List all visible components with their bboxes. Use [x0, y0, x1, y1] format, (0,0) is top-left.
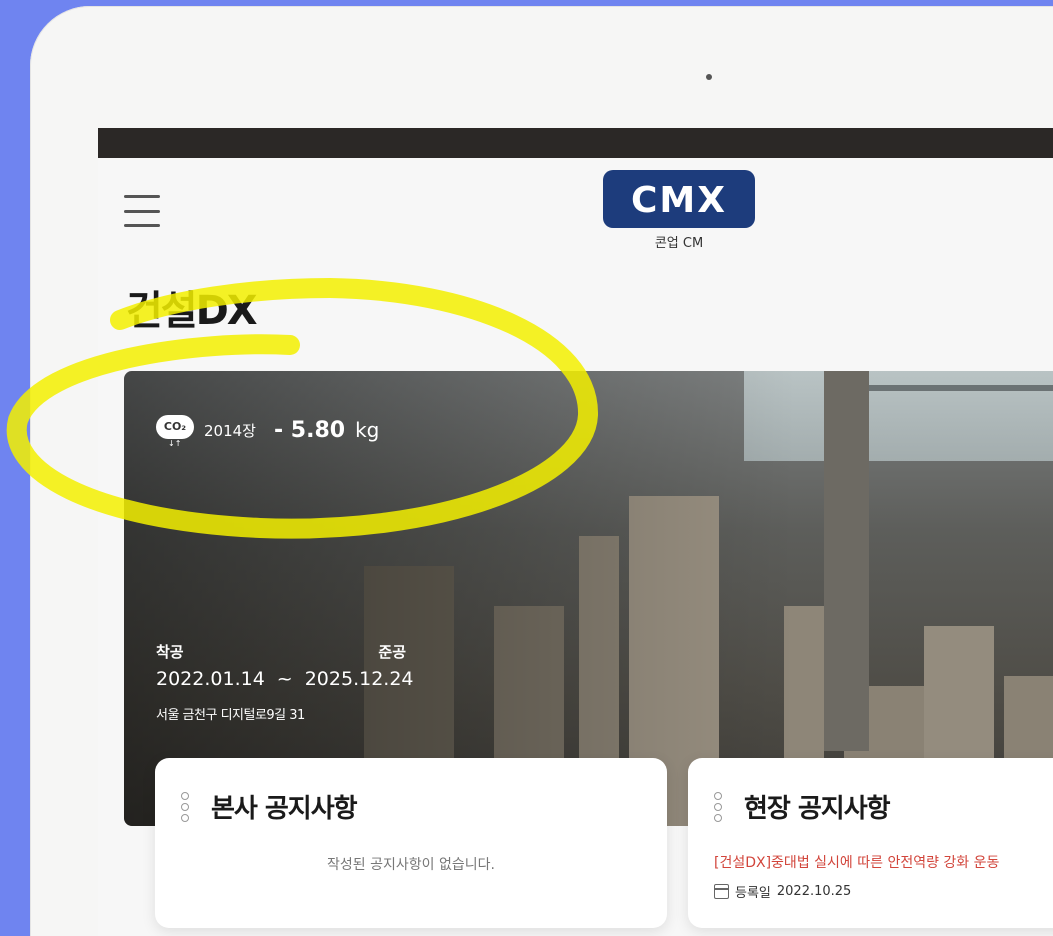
svg-text:CMX: CMX — [631, 180, 727, 218]
cmx-logo-mark: CMX — [631, 180, 727, 218]
co2-stat: CO₂ ↓↑ 2014장 - 5.80 kg — [156, 415, 380, 448]
calendar-icon — [714, 884, 729, 899]
drag-handle-icon[interactable] — [714, 791, 722, 822]
reg-label: 등록일 — [735, 886, 771, 901]
app-screen: CMX 콘업 CM 건설DX CO₂ ↓↑ 2014장 - 5.80 kg 착공… — [98, 128, 1053, 936]
site-count: 2014장 — [204, 421, 256, 440]
co2-cloud-icon: CO₂ ↓↑ — [156, 415, 194, 448]
site-notice-link[interactable]: [건설DX]중대법 실시에 따른 안전역량 강화 운동 — [714, 852, 999, 872]
site-notice-card[interactable]: 현장 공지사항 [건설DX]중대법 실시에 따른 안전역량 강화 운동 등록일 … — [688, 758, 1053, 928]
co2-value: - 5.80 — [273, 417, 346, 443]
status-bar — [98, 128, 1053, 158]
end-date: 2025.12.24 — [304, 668, 414, 690]
logo-subtitle: 콘업 CM — [654, 236, 704, 251]
co2-unit: kg — [355, 418, 380, 442]
start-label: 착공 — [156, 643, 184, 661]
date-separator: ~ — [276, 668, 293, 690]
end-label: 준공 — [378, 643, 406, 661]
start-date: 2022.01.14 — [156, 668, 265, 690]
cmx-logo[interactable]: CMX — [603, 170, 755, 228]
hq-notice-card[interactable]: 본사 공지사항 작성된 공지사항이 없습니다. — [155, 758, 667, 928]
construction-period: 착공 준공 2022.01.14 ~ 2025.12.24 서울 금천구 디지털… — [156, 641, 414, 723]
page-title: 건설DX — [126, 288, 258, 334]
hq-notice-title: 본사 공지사항 — [211, 794, 358, 824]
camera-dot — [706, 74, 712, 80]
hq-notice-empty: 작성된 공지사항이 없습니다. — [327, 857, 495, 873]
drag-handle-icon[interactable] — [181, 791, 189, 822]
reg-date: 2022.10.25 — [776, 884, 852, 899]
registration-info: 등록일 2022.10.25 — [714, 882, 851, 901]
site-notice-title: 현장 공지사항 — [744, 794, 891, 824]
site-address: 서울 금천구 디지털로9길 31 — [156, 708, 305, 723]
hamburger-menu-icon[interactable] — [124, 192, 162, 230]
